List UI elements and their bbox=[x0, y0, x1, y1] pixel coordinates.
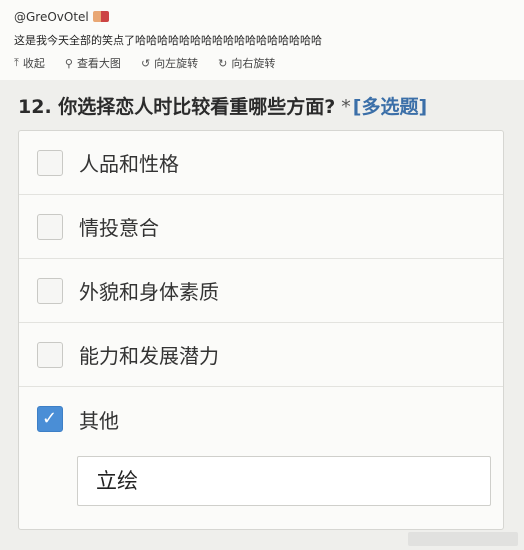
rotate-right-label: 向右旋转 bbox=[231, 57, 276, 70]
option-other[interactable]: ✓ 其他 bbox=[19, 387, 503, 451]
user-badge-icon bbox=[92, 11, 109, 22]
checkbox[interactable] bbox=[37, 213, 63, 240]
checkbox-checked[interactable]: ✓ bbox=[37, 406, 63, 432]
checkbox[interactable] bbox=[37, 149, 63, 176]
option-label: 能力和发展潜力 bbox=[79, 344, 219, 368]
checkbox[interactable] bbox=[37, 341, 63, 368]
post-text: 这是我今天全部的笑点了哈哈哈哈哈哈哈哈哈哈哈哈哈哈哈哈哈 bbox=[14, 34, 322, 47]
option-label: 人品和性格 bbox=[79, 152, 179, 176]
rotate-right-icon: ↻ bbox=[218, 56, 228, 70]
collapse-icon: ⤒ bbox=[14, 56, 19, 69]
question-text: 12. 你选择恋人时比较看重哪些方面? bbox=[18, 96, 336, 118]
option-label: 其他 bbox=[79, 408, 119, 433]
checkmark-icon: ✓ bbox=[42, 408, 58, 429]
option-character[interactable]: 人品和性格 bbox=[19, 131, 503, 195]
rotate-right-button[interactable]: ↻ 向右旋转 bbox=[218, 55, 275, 71]
rotate-left-label: 向左旋转 bbox=[154, 57, 199, 70]
other-text-input[interactable]: 立绘 bbox=[77, 456, 491, 506]
watermark bbox=[408, 532, 518, 546]
post-header: @GreOvOtel 这是我今天全部的笑点了哈哈哈哈哈哈哈哈哈哈哈哈哈哈哈哈哈 … bbox=[0, 0, 524, 80]
view-large-label: 查看大图 bbox=[76, 57, 121, 70]
search-icon: ⚲ bbox=[64, 56, 73, 70]
image-actions: ⤒ 收起 ⚲ 查看大图 ↺ 向左旋转 ↻ 向右旋转 bbox=[14, 55, 275, 71]
collapse-label: 收起 bbox=[22, 57, 45, 70]
required-mark: * bbox=[341, 96, 351, 118]
collapse-button[interactable]: ⤒ 收起 bbox=[14, 55, 45, 71]
option-appearance[interactable]: 外貌和身体素质 bbox=[19, 259, 503, 323]
question-type-label: [多选题] bbox=[352, 96, 428, 118]
rotate-left-icon: ↺ bbox=[140, 56, 151, 70]
option-compatibility[interactable]: 情投意合 bbox=[19, 195, 503, 259]
question-title: 12. 你选择恋人时比较看重哪些方面? * [多选题] bbox=[18, 92, 427, 119]
view-large-button[interactable]: ⚲ 查看大图 bbox=[65, 55, 121, 71]
username[interactable]: @GreOvOtel bbox=[14, 10, 109, 24]
rotate-left-button[interactable]: ↺ 向左旋转 bbox=[141, 55, 198, 71]
option-label: 外貌和身体素质 bbox=[79, 280, 219, 304]
options-card: 人品和性格 情投意合 外貌和身体素质 能力和发展潜力 ✓ 其他 立绘 bbox=[18, 130, 504, 530]
option-ability[interactable]: 能力和发展潜力 bbox=[19, 323, 503, 387]
checkbox[interactable] bbox=[37, 277, 63, 304]
username-text[interactable]: @GreOvOtel bbox=[14, 10, 89, 24]
option-label: 情投意合 bbox=[79, 216, 159, 240]
